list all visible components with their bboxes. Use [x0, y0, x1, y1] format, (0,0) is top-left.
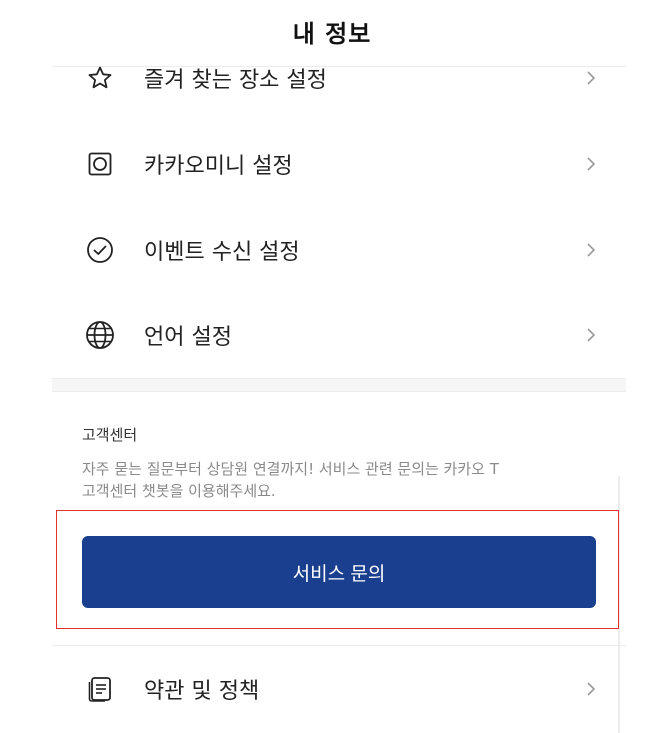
section-divider [52, 645, 626, 646]
star-icon [85, 63, 115, 93]
description-line: 자주 묻는 질문부터 상담원 연결까지! 서비스 관련 문의는 카카오 T [82, 460, 499, 478]
document-icon [85, 674, 115, 704]
check-circle-icon [85, 235, 115, 265]
service-inquiry-button[interactable]: 서비스 문의 [82, 536, 596, 608]
menu-item-kakao-mini[interactable]: 카카오미니 설정 [52, 134, 626, 194]
menu-item-terms-policy[interactable]: 약관 및 정책 [52, 659, 626, 719]
chevron-right-icon [584, 154, 598, 174]
globe-icon [85, 320, 115, 350]
description-line: 고객센터 챗봇을 이용해주세요. [82, 482, 276, 500]
menu-item-label: 즐겨 찾는 장소 설정 [144, 68, 327, 93]
section-spacer [52, 379, 626, 391]
speaker-icon [85, 149, 115, 179]
customer-center-description: 자주 묻는 질문부터 상담원 연결까지! 서비스 관련 문의는 카카오 T 고객… [82, 458, 602, 502]
chevron-right-icon [584, 679, 598, 699]
menu-item-label: 이벤트 수신 설정 [144, 240, 300, 265]
customer-center-title: 고객센터 [82, 426, 138, 444]
menu-item-label: 언어 설정 [144, 325, 232, 350]
menu-item-label: 약관 및 정책 [144, 679, 260, 704]
chevron-right-icon [584, 325, 598, 345]
menu-item-language[interactable]: 언어 설정 [52, 305, 626, 365]
section-divider [52, 391, 626, 392]
chevron-right-icon [584, 240, 598, 260]
menu-item-favorite-places[interactable]: 즐겨 찾는 장소 설정 [52, 48, 626, 108]
page-title: 내 정보 [292, 19, 372, 48]
chevron-right-icon [584, 68, 598, 88]
menu-item-event-notification[interactable]: 이벤트 수신 설정 [52, 220, 626, 280]
menu-item-label: 카카오미니 설정 [144, 154, 293, 179]
